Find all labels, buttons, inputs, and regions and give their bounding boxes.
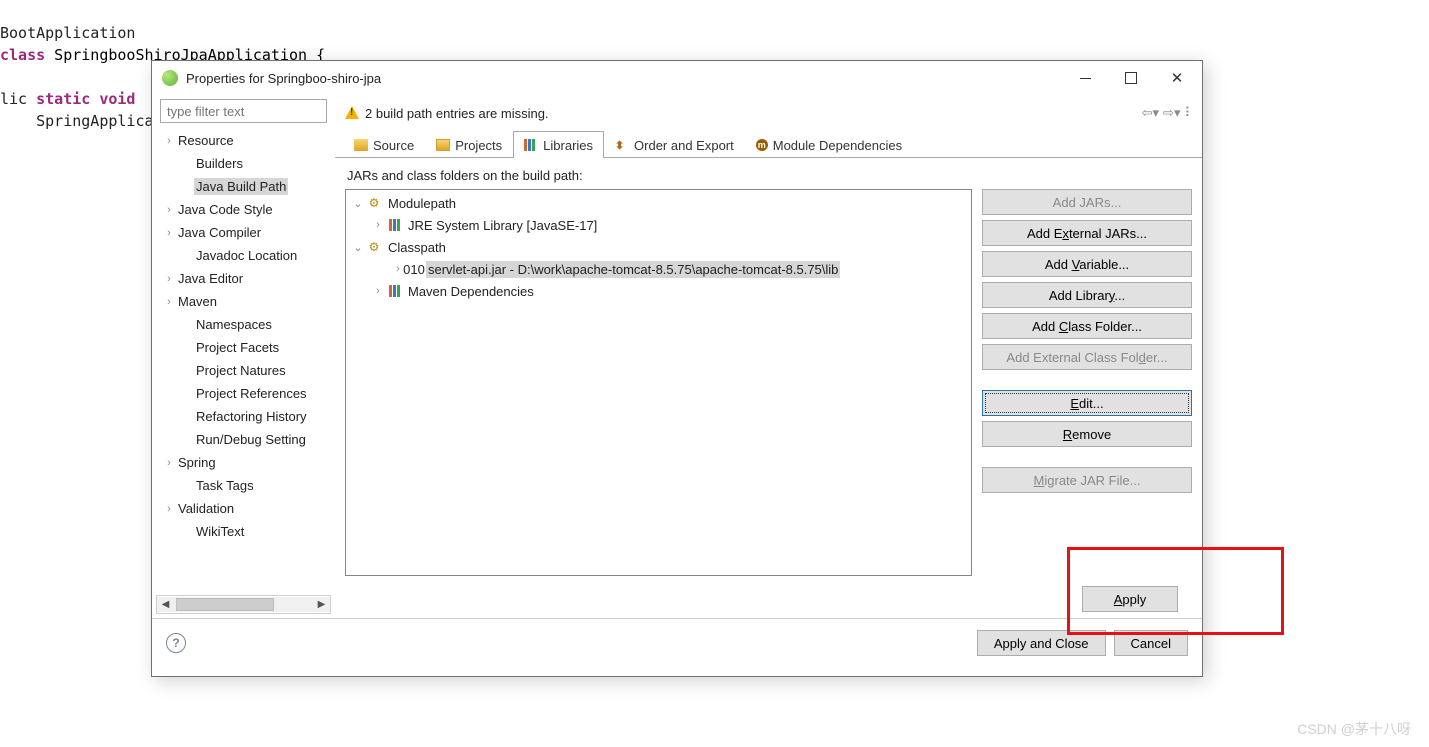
warning-message: 2 build path entries are missing. bbox=[365, 106, 549, 121]
build-path-list[interactable]: ⌄⚙Modulepath ›JRE System Library [JavaSE… bbox=[345, 189, 972, 576]
sidebar-item-wikitext[interactable]: WikiText bbox=[156, 520, 335, 543]
sidebar-item-label: WikiText bbox=[194, 523, 246, 540]
warning-icon bbox=[345, 106, 359, 120]
tab-module-deps[interactable]: mModule Dependencies bbox=[745, 131, 913, 158]
node-maven-deps[interactable]: ›Maven Dependencies bbox=[348, 280, 969, 302]
tab-projects[interactable]: Projects bbox=[425, 131, 513, 158]
tab-order-export[interactable]: ⬍Order and Export bbox=[604, 131, 745, 158]
node-jre[interactable]: ›JRE System Library [JavaSE-17] bbox=[348, 214, 969, 236]
expand-caret-icon: › bbox=[162, 135, 176, 147]
back-button[interactable]: ⇦▾ bbox=[1142, 105, 1159, 121]
sidebar: ›ResourceBuildersJava Build Path›Java Co… bbox=[152, 95, 335, 618]
add-external-jars-button[interactable]: Add External JARs... bbox=[982, 220, 1192, 246]
sidebar-item-java-editor[interactable]: ›Java Editor bbox=[156, 267, 335, 290]
expand-caret-icon: › bbox=[162, 457, 176, 469]
list-label: JARs and class folders on the build path… bbox=[347, 168, 1192, 183]
sidebar-item-label: Project Natures bbox=[194, 362, 288, 379]
add-external-class-folder-button[interactable]: Add External Class Folder... bbox=[982, 344, 1192, 370]
sidebar-item-resource[interactable]: ›Resource bbox=[156, 129, 335, 152]
scroll-left-icon[interactable]: ◀ bbox=[157, 597, 174, 612]
node-modulepath[interactable]: ⌄⚙Modulepath bbox=[348, 192, 969, 214]
sidebar-item-label: Task Tags bbox=[194, 477, 256, 494]
filter-input[interactable] bbox=[160, 99, 327, 123]
sidebar-item-label: Refactoring History bbox=[194, 408, 309, 425]
expand-caret-icon: › bbox=[162, 227, 176, 239]
view-menu-icon[interactable]: ⠇ bbox=[1184, 105, 1194, 121]
sidebar-item-label: Run/Debug Setting bbox=[194, 431, 308, 448]
sidebar-item-maven[interactable]: ›Maven bbox=[156, 290, 335, 313]
category-tree[interactable]: ›ResourceBuildersJava Build Path›Java Co… bbox=[152, 129, 335, 595]
sidebar-item-java-compiler[interactable]: ›Java Compiler bbox=[156, 221, 335, 244]
sidebar-item-java-build-path[interactable]: Java Build Path bbox=[156, 175, 335, 198]
scroll-thumb[interactable] bbox=[176, 598, 274, 611]
expand-caret-icon: › bbox=[162, 503, 176, 515]
watermark: CSDN @茅十八呀 bbox=[1297, 719, 1411, 739]
node-classpath[interactable]: ⌄⚙Classpath bbox=[348, 236, 969, 258]
sidebar-item-validation[interactable]: ›Validation bbox=[156, 497, 335, 520]
add-library-button[interactable]: Add Library... bbox=[982, 282, 1192, 308]
remove-button[interactable]: Remove bbox=[982, 421, 1192, 447]
dialog-title: Properties for Springboo-shiro-jpa bbox=[186, 71, 1062, 86]
app-icon bbox=[162, 70, 178, 86]
close-button[interactable]: ✕ bbox=[1154, 62, 1200, 94]
sidebar-item-project-natures[interactable]: Project Natures bbox=[156, 359, 335, 382]
scroll-right-icon[interactable]: ▶ bbox=[313, 597, 330, 612]
expand-caret-icon: › bbox=[162, 273, 176, 285]
sidebar-item-label: Java Editor bbox=[176, 270, 245, 287]
edit-button[interactable]: Edit... bbox=[982, 390, 1192, 416]
nav-toolbar: ⇦▾ ⇨▾ ⠇ bbox=[1142, 105, 1194, 121]
add-variable-button[interactable]: Add Variable... bbox=[982, 251, 1192, 277]
sidebar-item-label: Maven bbox=[176, 293, 219, 310]
sidebar-item-label: Project References bbox=[194, 385, 309, 402]
expand-caret-icon: › bbox=[162, 296, 176, 308]
sidebar-scrollbar[interactable]: ◀ ▶ bbox=[156, 595, 331, 614]
sidebar-item-builders[interactable]: Builders bbox=[156, 152, 335, 175]
sidebar-item-project-facets[interactable]: Project Facets bbox=[156, 336, 335, 359]
properties-dialog: Properties for Springboo-shiro-jpa ✕ ›Re… bbox=[151, 60, 1203, 677]
sidebar-item-label: Builders bbox=[194, 155, 245, 172]
expand-caret-icon: › bbox=[162, 204, 176, 216]
sidebar-item-label: Spring bbox=[176, 454, 218, 471]
sidebar-item-label: Resource bbox=[176, 132, 236, 149]
tab-source[interactable]: Source bbox=[343, 131, 425, 158]
sidebar-item-namespaces[interactable]: Namespaces bbox=[156, 313, 335, 336]
forward-button[interactable]: ⇨▾ bbox=[1163, 105, 1180, 121]
migrate-jar-button[interactable]: Migrate JAR File... bbox=[982, 467, 1192, 493]
sidebar-item-project-references[interactable]: Project References bbox=[156, 382, 335, 405]
sidebar-item-javadoc-location[interactable]: Javadoc Location bbox=[156, 244, 335, 267]
sidebar-item-label: Java Code Style bbox=[176, 201, 275, 218]
sidebar-item-label: Javadoc Location bbox=[194, 247, 299, 264]
sidebar-item-label: Project Facets bbox=[194, 339, 281, 356]
add-jars-button[interactable]: Add JARs... bbox=[982, 189, 1192, 215]
sidebar-item-run-debug-setting[interactable]: Run/Debug Setting bbox=[156, 428, 335, 451]
sidebar-item-java-code-style[interactable]: ›Java Code Style bbox=[156, 198, 335, 221]
maximize-button[interactable] bbox=[1108, 62, 1154, 94]
node-servlet-jar[interactable]: ›010servlet-api.jar - D:\work\apache-tom… bbox=[348, 258, 969, 280]
sidebar-item-label: Validation bbox=[176, 500, 236, 517]
add-class-folder-button[interactable]: Add Class Folder... bbox=[982, 313, 1192, 339]
sidebar-item-refactoring-history[interactable]: Refactoring History bbox=[156, 405, 335, 428]
sidebar-item-label: Java Compiler bbox=[176, 224, 263, 241]
cancel-button[interactable]: Cancel bbox=[1114, 630, 1188, 656]
help-icon[interactable]: ? bbox=[166, 633, 186, 653]
apply-and-close-button[interactable]: Apply and Close bbox=[977, 630, 1106, 656]
sidebar-item-label: Java Build Path bbox=[194, 178, 288, 195]
sidebar-item-spring[interactable]: ›Spring bbox=[156, 451, 335, 474]
tab-libraries[interactable]: Libraries bbox=[513, 131, 604, 158]
tabs: Source Projects Libraries ⬍Order and Exp… bbox=[335, 131, 1202, 158]
apply-button[interactable]: Apply bbox=[1082, 586, 1178, 612]
minimize-button[interactable] bbox=[1062, 62, 1108, 94]
sidebar-item-task-tags[interactable]: Task Tags bbox=[156, 474, 335, 497]
sidebar-item-label: Namespaces bbox=[194, 316, 274, 333]
titlebar[interactable]: Properties for Springboo-shiro-jpa ✕ bbox=[152, 61, 1202, 95]
